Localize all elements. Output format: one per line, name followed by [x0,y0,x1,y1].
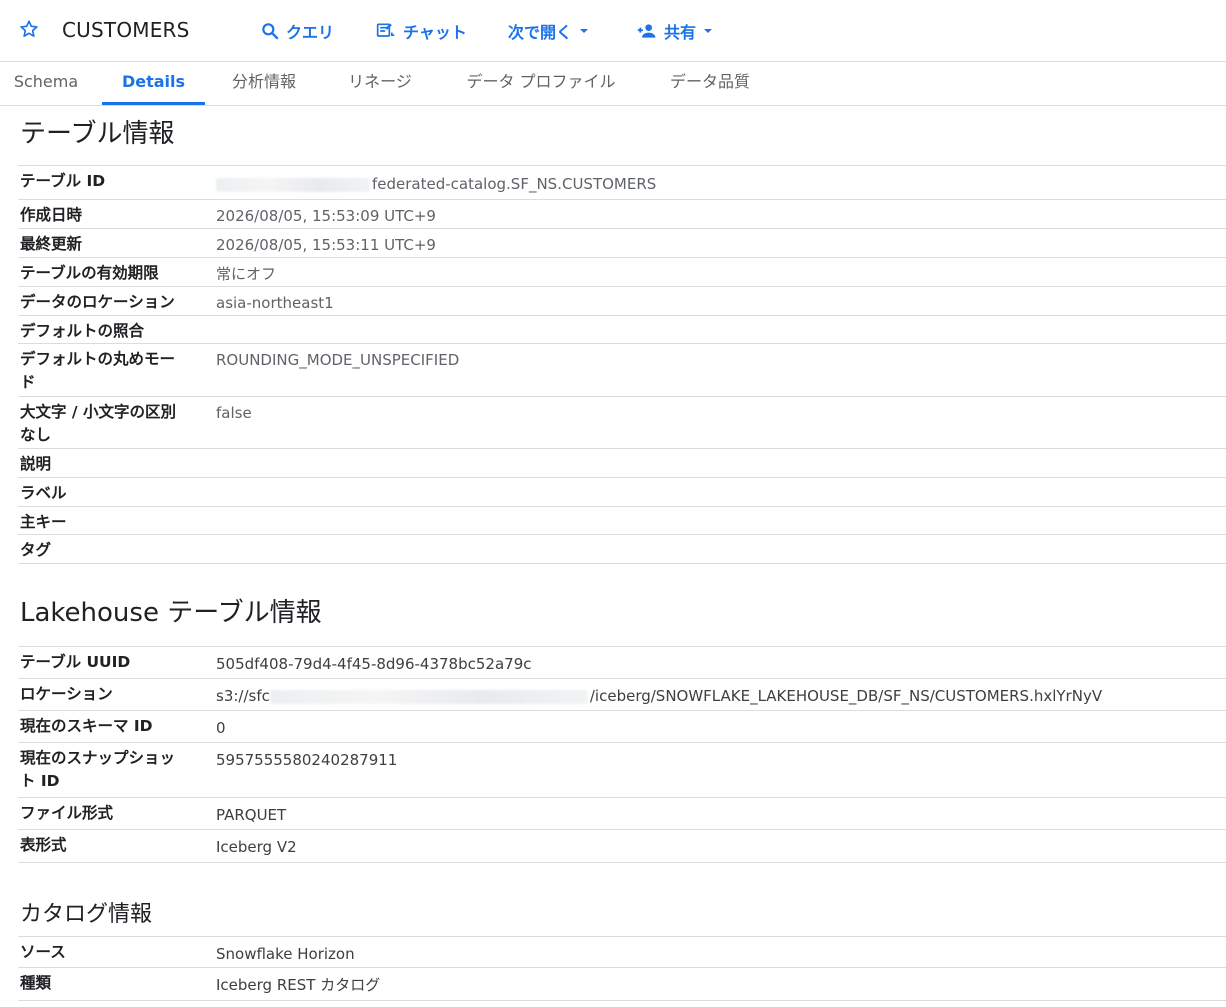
row-key: テーブルの有効期限 [20,264,159,282]
tab-data-quality[interactable]: データ品質 [660,62,760,105]
lakehouse-info-list: テーブル UUID 505df408-79d4-4f45-8d96-4378bc… [18,646,1226,863]
row-key: ロケーション [20,685,113,703]
row-key: 主キー [20,513,67,531]
row-key: 説明 [20,455,52,473]
section-title-table-info: テーブル情報 [20,119,175,149]
tab-data-profile[interactable]: データ プロファイル [452,62,630,105]
caret-down-icon [580,29,589,33]
open-with-button[interactable]: 次で開く [508,18,590,44]
table-row: デフォルトの丸めモード ROUNDING_MODE_UNSPECIFIED [18,344,1226,397]
row-key: デフォルトの丸めモード [20,350,176,391]
share-button[interactable]: 共有 [636,18,714,44]
table-row: ファイル形式 PARQUET [18,798,1226,830]
row-value: 5957555580240287911 [216,751,398,769]
tab-schema[interactable]: Schema [0,62,92,105]
toolbar: CUSTOMERS クエリ チャット 次で開く 共有 [0,0,1226,62]
tab-details[interactable]: Details [102,62,205,105]
redacted-text [269,689,588,704]
redacted-text [216,177,370,192]
row-value: false [216,404,252,422]
table-row: 表形式 Iceberg V2 [18,830,1226,863]
table-info-list: テーブル ID federated-catalog.SF_NS.CUSTOMER… [18,165,1226,564]
catalog-info-list: ソース Snowflake Horizon 種類 Iceberg REST カタ… [18,936,1226,1001]
row-key: 表形式 [20,836,67,854]
row-value: 2026/08/05, 15:53:09 UTC+9 [216,207,436,225]
row-value: Iceberg V2 [216,838,297,856]
table-row: テーブル ID federated-catalog.SF_NS.CUSTOMER… [18,165,1226,200]
chat-edit-icon [376,23,395,37]
row-value: 2026/08/05, 15:53:11 UTC+9 [216,236,436,254]
query-button[interactable]: クエリ [260,18,334,44]
row-key: 最終更新 [20,235,83,253]
location-value: /iceberg/SNOWFLAKE_LAKEHOUSE_DB/SF_NS/CU… [589,687,1103,705]
share-label: 共有 [664,23,697,42]
table-row: 主キー [18,507,1226,535]
row-key: 現在のスナップショット ID [20,749,176,790]
row-value: s3://sfc/iceberg/SNOWFLAKE_LAKEHOUSE_DB/… [216,686,1102,706]
table-row: ロケーション s3://sfc/iceberg/SNOWFLAKE_LAKEHO… [18,679,1226,711]
row-key: 現在のスキーマ ID [20,717,153,735]
table-row: ラベル [18,478,1226,507]
table-row: 説明 [18,449,1226,478]
row-key: 種類 [20,974,52,992]
table-row: ソース Snowflake Horizon [18,936,1226,968]
table-row: 現在のスキーマ ID 0 [18,711,1226,743]
row-key: 作成日時 [20,206,83,224]
add-person-icon [637,24,656,38]
table-row: 作成日時 2026/08/05, 15:53:09 UTC+9 [18,200,1226,229]
row-value: PARQUET [216,806,287,824]
table-row: 最終更新 2026/08/05, 15:53:11 UTC+9 [18,229,1226,258]
table-row: データのロケーション asia-northeast1 [18,287,1226,316]
section-title-catalog-info: カタログ情報 [20,902,153,927]
search-icon [262,23,279,40]
table-row: デフォルトの照合 [18,316,1226,344]
chat-label: チャット [403,23,467,42]
row-key: テーブル ID [20,172,106,190]
table-row: タグ [18,535,1226,564]
open-with-label: 次で開く [508,23,573,42]
row-value: 常にオフ [216,265,277,283]
table-row: 種類 Iceberg REST カタログ [18,968,1226,1001]
row-key: ファイル形式 [20,804,114,822]
caret-down-icon [704,29,713,33]
tab-bar: Schema Details 分析情報 リネージ データ プロファイル データ品… [0,62,1226,106]
row-key: データのロケーション [20,293,175,311]
chat-button[interactable]: チャット [375,18,467,44]
row-value: federated-catalog.SF_NS.CUSTOMERS [216,174,656,194]
row-value: 505df408-79d4-4f45-8d96-4378bc52a79c [216,655,532,673]
row-value: Iceberg REST カタログ [216,976,381,994]
tab-lineage[interactable]: リネージ [336,62,424,105]
star-icon[interactable] [18,18,40,40]
page-title: CUSTOMERS [62,18,190,42]
row-key: ソース [20,943,66,961]
row-key: タグ [20,541,52,559]
row-key: ラベル [20,484,67,502]
row-key: 大文字 / 小文字の区別なし [20,403,176,444]
table-row: 大文字 / 小文字の区別なし false [18,397,1226,449]
location-prefix: s3://sfc [216,687,270,705]
row-value: Snowflake Horizon [216,945,355,963]
table-row: テーブル UUID 505df408-79d4-4f45-8d96-4378bc… [18,646,1226,679]
row-value: ROUNDING_MODE_UNSPECIFIED [216,351,460,369]
row-value: 0 [216,719,226,737]
table-row: 現在のスナップショット ID 5957555580240287911 [18,743,1226,798]
table-id-value: federated-catalog.SF_NS.CUSTOMERS [372,175,657,193]
row-value: asia-northeast1 [216,294,334,312]
row-key: テーブル UUID [20,653,131,671]
table-row: テーブルの有効期限 常にオフ [18,258,1226,287]
section-title-lakehouse-info: Lakehouse テーブル情報 [20,598,322,628]
tab-insights[interactable]: 分析情報 [220,62,308,105]
row-key: デフォルトの照合 [20,322,145,340]
query-label: クエリ [286,23,335,42]
